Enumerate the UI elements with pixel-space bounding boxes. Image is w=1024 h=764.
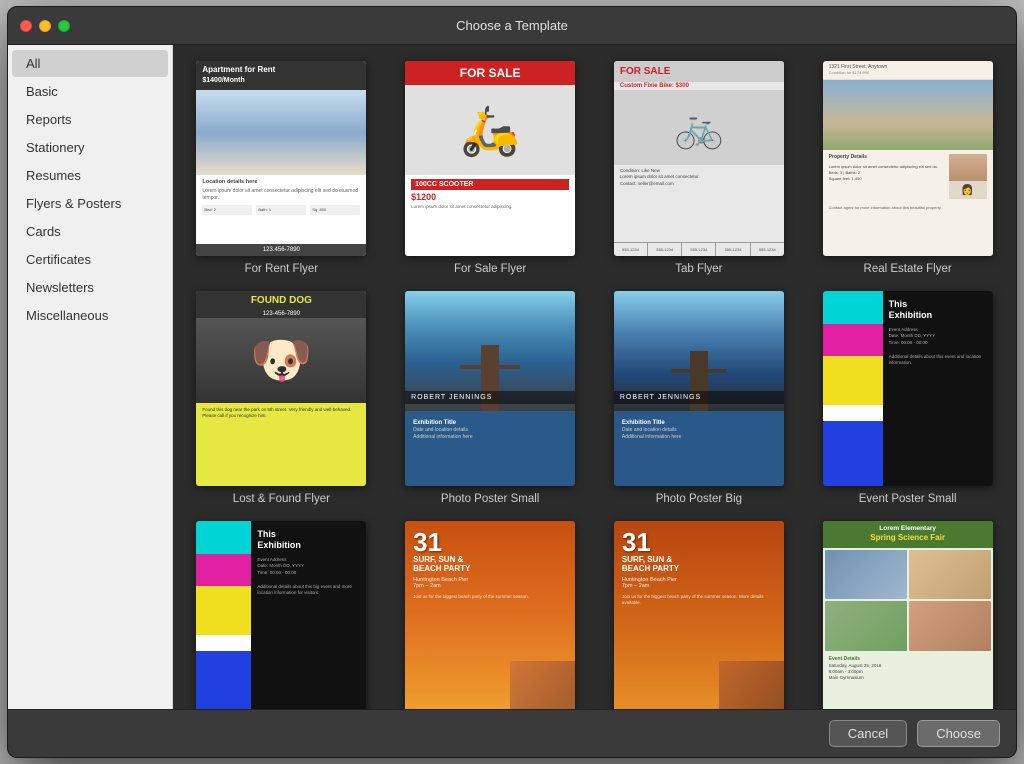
thumb-inner-lf: FOUND DOG 123-456-7890 🐶 Found this dog … — [196, 291, 366, 486]
template-thumb-event-big: ThisExhibition Event Address Date: Month… — [196, 521, 366, 709]
template-label-for-rent: For Rent Flyer — [245, 263, 319, 275]
template-real-estate-flyer[interactable]: 1321 First Street, Anytown Condition for… — [809, 61, 1006, 275]
template-thumb-event-small: ThisExhibition Event Address Date: Month… — [823, 291, 993, 486]
thumb-inner-re: 1321 First Street, Anytown Condition for… — [823, 61, 993, 256]
thumb-inner-pps: 31 SURF, SUN &BEACH PARTY Huntington Bea… — [405, 521, 575, 709]
template-photo-poster-small[interactable]: ROBERT JENNINGS Exhibition Title Date an… — [392, 291, 589, 505]
thumb-inner-ppb: 31 SURF, SUN &BEACH PARTY Huntington Bea… — [614, 521, 784, 709]
sidebar-item-all[interactable]: All — [12, 50, 168, 77]
thumb-inner-eb: ThisExhibition Event Address Date: Month… — [196, 521, 366, 709]
titlebar: Choose a Template — [8, 7, 1016, 45]
template-lost-found-flyer[interactable]: FOUND DOG 123-456-7890 🐶 Found this dog … — [183, 291, 380, 505]
thumb-inner: Apartment for Rent$1400/Month Location d… — [196, 61, 366, 256]
template-thumb-photo-big: ROBERT JENNINGS Exhibition Title Date an… — [614, 291, 784, 486]
template-event-poster-small[interactable]: ThisExhibition Event Address Date: Month… — [809, 291, 1006, 505]
sidebar-item-resumes[interactable]: Resumes — [12, 162, 168, 189]
thumb-inner-school: Lorem Elementary Spring Science Fair — [823, 521, 993, 709]
thumb-inner-ps: ROBERT JENNINGS Exhibition Title Date an… — [405, 291, 575, 486]
sidebar-item-miscellaneous[interactable]: Miscellaneous — [12, 302, 168, 329]
template-party-poster-small[interactable]: 31 SURF, SUN &BEACH PARTY Huntington Bea… — [392, 521, 589, 709]
cancel-button[interactable]: Cancel — [829, 720, 907, 747]
sidebar-item-reports[interactable]: Reports — [12, 106, 168, 133]
dialog-footer: Cancel Choose — [8, 709, 1016, 757]
template-thumb-tab-flyer: FOR SALE Custom Fixie Bike: $300 🚲 Condi… — [614, 61, 784, 256]
template-label-lost-found: Lost & Found Flyer — [233, 493, 330, 505]
sidebar-item-cards[interactable]: Cards — [12, 218, 168, 245]
template-label-photo-small: Photo Poster Small — [441, 493, 539, 505]
template-thumb-real-estate: 1321 First Street, Anytown Condition for… — [823, 61, 993, 256]
dialog-content: All Basic Reports Stationery Resumes Fly… — [8, 45, 1016, 709]
template-tab-flyer[interactable]: FOR SALE Custom Fixie Bike: $300 🚲 Condi… — [601, 61, 798, 275]
thumb-inner-tab: FOR SALE Custom Fixie Bike: $300 🚲 Condi… — [614, 61, 784, 256]
templates-grid: Apartment for Rent$1400/Month Location d… — [183, 61, 1006, 709]
sidebar-item-newsletters[interactable]: Newsletters — [12, 274, 168, 301]
sidebar-item-flyers-posters[interactable]: Flyers & Posters — [12, 190, 168, 217]
sidebar-item-certificates[interactable]: Certificates — [12, 246, 168, 273]
template-for-sale-flyer[interactable]: FOR SALE 🛵 100CC SCOOTER $1200 Lorem ips… — [392, 61, 589, 275]
sidebar: All Basic Reports Stationery Resumes Fly… — [8, 45, 173, 709]
template-chooser-dialog: Choose a Template All Basic Reports Stat… — [7, 6, 1017, 758]
template-label-for-sale: For Sale Flyer — [454, 263, 526, 275]
thumb-inner-es: ThisExhibition Event Address Date: Month… — [823, 291, 993, 486]
template-for-rent-flyer[interactable]: Apartment for Rent$1400/Month Location d… — [183, 61, 380, 275]
sidebar-item-basic[interactable]: Basic — [12, 78, 168, 105]
template-school-poster-small[interactable]: Lorem Elementary Spring Science Fair — [809, 521, 1006, 709]
template-label-real-estate: Real Estate Flyer — [864, 263, 952, 275]
template-label-tab-flyer: Tab Flyer — [675, 263, 722, 275]
template-thumb-photo-small: ROBERT JENNINGS Exhibition Title Date an… — [405, 291, 575, 486]
window-controls — [20, 20, 70, 32]
maximize-button[interactable] — [58, 20, 70, 32]
template-photo-poster-big[interactable]: ROBERT JENNINGS Exhibition Title Date an… — [601, 291, 798, 505]
sidebar-item-stationery[interactable]: Stationery — [12, 134, 168, 161]
template-thumb-school-small: Lorem Elementary Spring Science Fair — [823, 521, 993, 709]
thumb-inner-sale: FOR SALE 🛵 100CC SCOOTER $1200 Lorem ips… — [405, 61, 575, 256]
template-thumb-for-rent: Apartment for Rent$1400/Month Location d… — [196, 61, 366, 256]
template-event-poster-big[interactable]: ThisExhibition Event Address Date: Month… — [183, 521, 380, 709]
template-thumb-party-small: 31 SURF, SUN &BEACH PARTY Huntington Bea… — [405, 521, 575, 709]
template-label-event-small: Event Poster Small — [859, 493, 957, 505]
template-party-poster-big[interactable]: 31 SURF, SUN &BEACH PARTY Huntington Bea… — [601, 521, 798, 709]
minimize-button[interactable] — [39, 20, 51, 32]
template-thumb-lost-found: FOUND DOG 123-456-7890 🐶 Found this dog … — [196, 291, 366, 486]
close-button[interactable] — [20, 20, 32, 32]
templates-main-area: Apartment for Rent$1400/Month Location d… — [173, 45, 1016, 709]
choose-button[interactable]: Choose — [917, 720, 1000, 747]
template-thumb-for-sale: FOR SALE 🛵 100CC SCOOTER $1200 Lorem ips… — [405, 61, 575, 256]
dialog-title: Choose a Template — [456, 18, 568, 33]
template-label-photo-big: Photo Poster Big — [656, 493, 742, 505]
template-thumb-party-big: 31 SURF, SUN &BEACH PARTY Huntington Bea… — [614, 521, 784, 709]
thumb-inner-pb: ROBERT JENNINGS Exhibition Title Date an… — [614, 291, 784, 486]
